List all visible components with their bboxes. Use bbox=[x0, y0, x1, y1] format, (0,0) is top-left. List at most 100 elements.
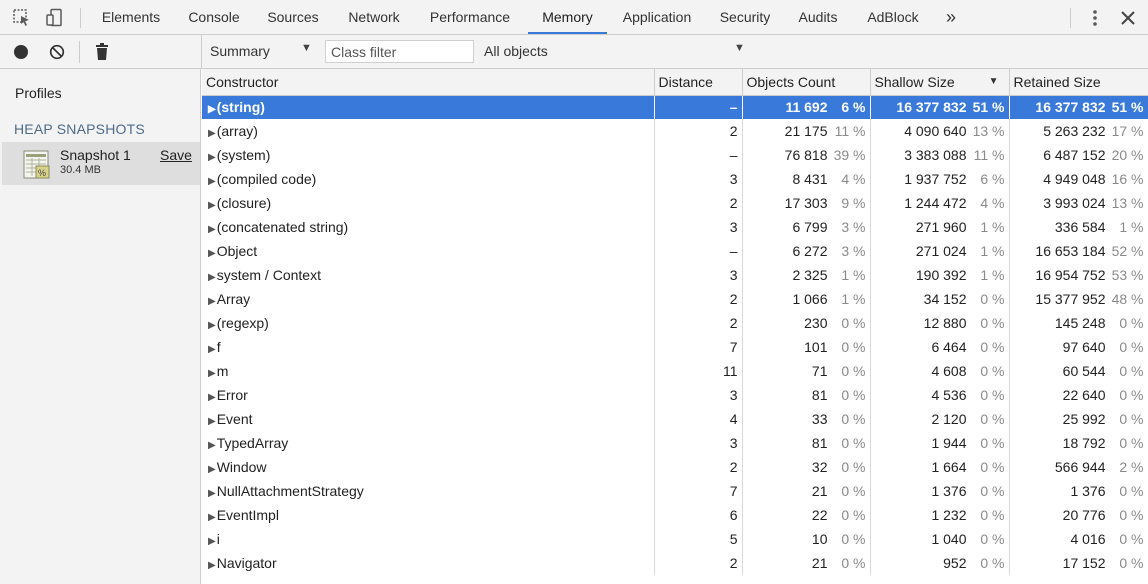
table-row[interactable]: ▶Navigator 2 21 0 % 952 0 % 17 152 0 % bbox=[202, 551, 1148, 575]
class-filter-input[interactable] bbox=[325, 40, 474, 63]
cell-shallow-size: 4 090 640 13 % bbox=[870, 119, 1010, 143]
snapshot-item[interactable]: % Snapshot 1 30.4 MB Save bbox=[2, 142, 200, 185]
cell-shallow-size: 34 152 0 % bbox=[870, 287, 1010, 311]
shallow-value: 1 232 bbox=[931, 507, 967, 523]
expand-triangle-icon[interactable]: ▶ bbox=[208, 416, 216, 427]
table-row[interactable]: ▶Error 3 81 0 % 4 536 0 % 22 640 0 % bbox=[202, 383, 1148, 407]
table-row[interactable]: ▶TypedArray 3 81 0 % 1 944 0 % 18 792 0 % bbox=[202, 431, 1148, 455]
table-row[interactable]: ▶Array 2 1 066 1 % 34 152 0 % 15 377 952 48 % bbox=[202, 287, 1148, 311]
table-row[interactable]: ▶(compiled code) 3 8 431 4 % 1 937 752 6 % 4 9… bbox=[202, 167, 1148, 191]
table-row[interactable]: ▶(regexp) 2 230 0 % 12 880 0 % 145 248 0 % bbox=[202, 311, 1148, 335]
shallow-percent: 13 % bbox=[972, 123, 1005, 139]
cell-objects-count: 8 431 4 % bbox=[742, 167, 871, 191]
expand-triangle-icon[interactable]: ▶ bbox=[208, 128, 216, 139]
count-percent: 1 % bbox=[841, 267, 866, 283]
expand-triangle-icon[interactable]: ▶ bbox=[208, 176, 216, 187]
expand-triangle-icon[interactable]: ▶ bbox=[208, 152, 216, 163]
toolbar-divider bbox=[201, 35, 202, 69]
view-select[interactable]: Summary bbox=[210, 43, 270, 59]
device-toolbar-icon[interactable] bbox=[45, 8, 65, 31]
expand-triangle-icon[interactable]: ▶ bbox=[208, 392, 216, 403]
tab-console[interactable]: Console bbox=[176, 0, 252, 34]
retained-percent: 1 % bbox=[1119, 219, 1144, 235]
cell-objects-count: 21 0 % bbox=[742, 479, 871, 503]
table-row[interactable]: ▶Event 4 33 0 % 2 120 0 % 25 992 0 % bbox=[202, 407, 1148, 431]
expand-triangle-icon[interactable]: ▶ bbox=[208, 560, 216, 571]
retained-value: 20 776 bbox=[1062, 507, 1106, 523]
trash-icon[interactable] bbox=[94, 43, 110, 64]
table-row[interactable]: ▶EventImpl 6 22 0 % 1 232 0 % 20 776 0 % bbox=[202, 503, 1148, 527]
more-options-icon[interactable] bbox=[1086, 8, 1104, 31]
column-header-constructor[interactable]: Constructor bbox=[202, 69, 655, 96]
retained-value: 18 792 bbox=[1062, 435, 1106, 451]
table-row[interactable]: ▶m 11 71 0 % 4 608 0 % 60 544 0 % bbox=[202, 359, 1148, 383]
expand-triangle-icon[interactable]: ▶ bbox=[208, 464, 216, 475]
cell-objects-count: 6 799 3 % bbox=[742, 215, 871, 239]
table-row[interactable]: ▶(closure) 2 17 303 9 % 1 244 472 4 % 3 993 02… bbox=[202, 191, 1148, 215]
objects-select[interactable]: All objects bbox=[484, 43, 548, 59]
expand-triangle-icon[interactable]: ▶ bbox=[208, 272, 216, 283]
table-row[interactable]: ▶f 7 101 0 % 6 464 0 % 97 640 0 % bbox=[202, 335, 1148, 359]
cell-constructor: ▶Array bbox=[202, 287, 655, 311]
column-header-shallow-size[interactable]: Shallow Size ▼ bbox=[870, 69, 1010, 96]
save-snapshot-link[interactable]: Save bbox=[160, 147, 192, 163]
retained-value: 1 376 bbox=[1070, 483, 1106, 499]
expand-triangle-icon[interactable]: ▶ bbox=[208, 344, 216, 355]
shallow-value: 952 bbox=[943, 555, 967, 571]
table-row[interactable]: ▶Window 2 32 0 % 1 664 0 % 566 944 2 % bbox=[202, 455, 1148, 479]
table-row[interactable]: ▶system / Context 3 2 325 1 % 190 392 1 % 16 9… bbox=[202, 263, 1148, 287]
expand-triangle-icon[interactable]: ▶ bbox=[208, 104, 216, 115]
tab-security[interactable]: Security bbox=[708, 0, 782, 34]
column-header-retained-size[interactable]: Retained Size bbox=[1009, 69, 1148, 96]
shallow-value: 1 376 bbox=[931, 483, 967, 499]
expand-triangle-icon[interactable]: ▶ bbox=[208, 536, 216, 547]
expand-triangle-icon[interactable]: ▶ bbox=[208, 248, 216, 259]
count-value: 10 bbox=[811, 531, 828, 547]
shallow-percent: 0 % bbox=[980, 387, 1005, 403]
cell-distance: 3 bbox=[654, 215, 743, 239]
more-tabs-button[interactable]: » bbox=[936, 0, 966, 34]
tab-performance[interactable]: Performance bbox=[416, 0, 524, 34]
cell-shallow-size: 1 040 0 % bbox=[870, 527, 1010, 551]
cell-objects-count: 21 175 11 % bbox=[742, 119, 871, 143]
expand-triangle-icon[interactable]: ▶ bbox=[208, 368, 216, 379]
tab-elements[interactable]: Elements bbox=[88, 0, 174, 34]
table-row[interactable]: ▶NullAttachmentStrategy 7 21 0 % 1 376 0 % 1 3… bbox=[202, 479, 1148, 503]
expand-triangle-icon[interactable]: ▶ bbox=[208, 488, 216, 499]
cell-constructor: ▶(array) bbox=[202, 119, 655, 143]
shallow-percent: 11 % bbox=[973, 147, 1005, 163]
clear-icon[interactable] bbox=[49, 44, 65, 63]
expand-triangle-icon[interactable]: ▶ bbox=[208, 320, 216, 331]
expand-triangle-icon[interactable]: ▶ bbox=[208, 512, 216, 523]
inspect-element-icon[interactable] bbox=[12, 8, 32, 31]
column-header-objects-count[interactable]: Objects Count bbox=[742, 69, 871, 96]
table-row[interactable]: ▶(string) –11 692 6 % 16 377 832 51 % 16 377 … bbox=[202, 95, 1148, 119]
retained-percent: 53 % bbox=[1111, 267, 1144, 283]
cell-objects-count: 10 0 % bbox=[742, 527, 871, 551]
tab-network[interactable]: Network bbox=[334, 0, 414, 34]
chevron-down-icon[interactable]: ▼ bbox=[734, 42, 745, 54]
tab-memory[interactable]: Memory bbox=[528, 0, 607, 34]
close-icon[interactable] bbox=[1118, 8, 1138, 31]
table-row[interactable]: ▶(concatenated string) 3 6 799 3 % 271 960 1 … bbox=[202, 215, 1148, 239]
retained-value: 25 992 bbox=[1062, 411, 1106, 427]
expand-triangle-icon[interactable]: ▶ bbox=[208, 296, 216, 307]
cell-retained-size: 3 993 024 13 % bbox=[1009, 191, 1148, 215]
record-icon[interactable] bbox=[13, 44, 29, 63]
expand-triangle-icon[interactable]: ▶ bbox=[208, 200, 216, 211]
expand-triangle-icon[interactable]: ▶ bbox=[208, 224, 216, 235]
table-row[interactable]: ▶Object –6 272 3 % 271 024 1 % 16 653 184 52 % bbox=[202, 239, 1148, 263]
tab-sources[interactable]: Sources bbox=[254, 0, 332, 34]
tab-audits[interactable]: Audits bbox=[786, 0, 850, 34]
chevron-down-icon[interactable]: ▼ bbox=[301, 42, 312, 54]
table-row[interactable]: ▶(array) 2 21 175 11 % 4 090 640 13 % 5 263 23… bbox=[202, 119, 1148, 143]
table-row[interactable]: ▶(system) –76 818 39 % 3 383 088 11 % 6 487 1… bbox=[202, 143, 1148, 167]
tab-application[interactable]: Application bbox=[610, 0, 704, 34]
tab-adblock[interactable]: AdBlock bbox=[853, 0, 933, 34]
expand-triangle-icon[interactable]: ▶ bbox=[208, 440, 216, 451]
column-header-distance[interactable]: Distance bbox=[654, 69, 743, 96]
cell-retained-size: 22 640 0 % bbox=[1009, 383, 1148, 407]
retained-percent: 0 % bbox=[1119, 555, 1144, 571]
table-row[interactable]: ▶i 5 10 0 % 1 040 0 % 4 016 0 % bbox=[202, 527, 1148, 551]
cell-distance: 2 bbox=[654, 311, 743, 335]
